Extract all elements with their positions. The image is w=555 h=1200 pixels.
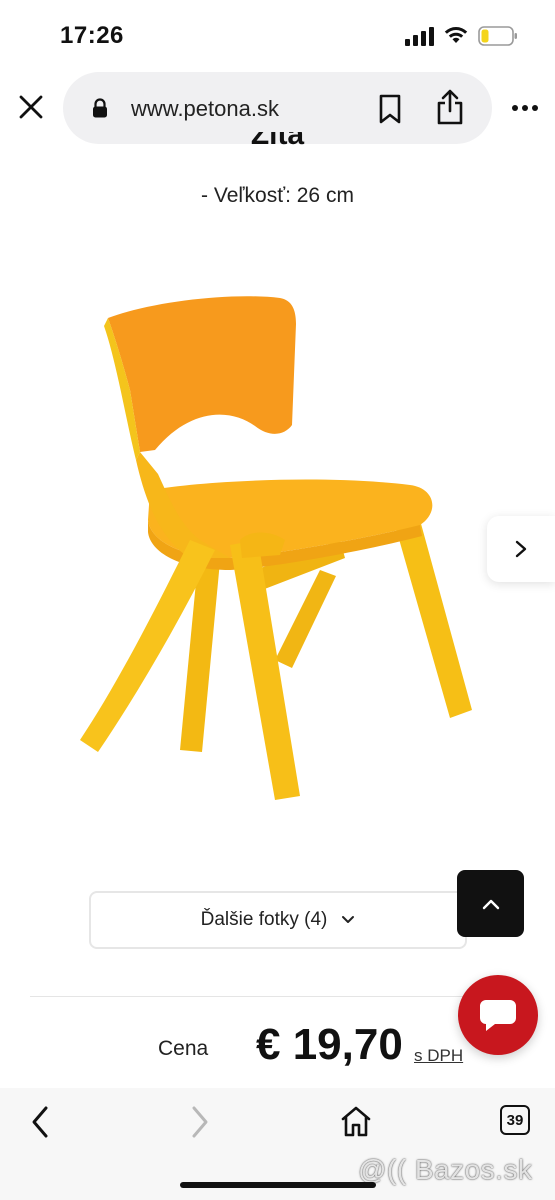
- battery-icon: [478, 26, 517, 46]
- tabs-button[interactable]: 39: [500, 1105, 530, 1135]
- chevron-down-icon: [342, 916, 355, 923]
- lock-icon: [93, 98, 107, 118]
- chevron-up-icon: [482, 899, 499, 909]
- close-icon: [19, 95, 43, 119]
- price-value: € 19,70: [256, 1020, 403, 1069]
- back-icon[interactable]: [24, 1102, 58, 1142]
- home-indicator: [180, 1182, 376, 1188]
- watermark: @(( Bazos.sk: [358, 1154, 533, 1185]
- price-vat-link[interactable]: s DPH: [414, 1046, 463, 1066]
- more-photos-label: Ďalšie fotky (4): [200, 909, 328, 930]
- tab-count: 39: [506, 1111, 524, 1129]
- product-size: - Veľkosť: 26 cm: [201, 184, 354, 207]
- browser-toolbar: 39 @(( Bazos.sk: [0, 1088, 555, 1200]
- close-tab-button[interactable]: [14, 90, 48, 124]
- product-title: Žltá: [250, 132, 305, 151]
- next-image-button[interactable]: [487, 516, 555, 582]
- url-text: www.petona.sk: [131, 96, 279, 121]
- forward-icon[interactable]: [182, 1102, 216, 1142]
- product-image[interactable]: [30, 240, 525, 840]
- price-label: Cena: [158, 1037, 209, 1060]
- bookmark-icon[interactable]: [377, 94, 403, 124]
- wifi-icon: [444, 27, 468, 43]
- more-photos-button[interactable]: Ďalšie fotky (4): [89, 891, 467, 949]
- scroll-to-top-button[interactable]: [457, 870, 524, 937]
- more-options-button[interactable]: [508, 94, 542, 122]
- cellular-signal-icon: [405, 27, 434, 46]
- chat-button[interactable]: [458, 975, 538, 1055]
- chat-bubble-icon: [480, 1000, 516, 1031]
- share-icon[interactable]: [435, 88, 465, 126]
- status-bar: 17:26: [0, 0, 555, 70]
- ellipsis-icon: [512, 105, 538, 111]
- chevron-right-icon: [515, 540, 527, 558]
- status-time: 17:26: [60, 22, 124, 49]
- home-icon[interactable]: [340, 1104, 372, 1138]
- divider: [30, 996, 525, 997]
